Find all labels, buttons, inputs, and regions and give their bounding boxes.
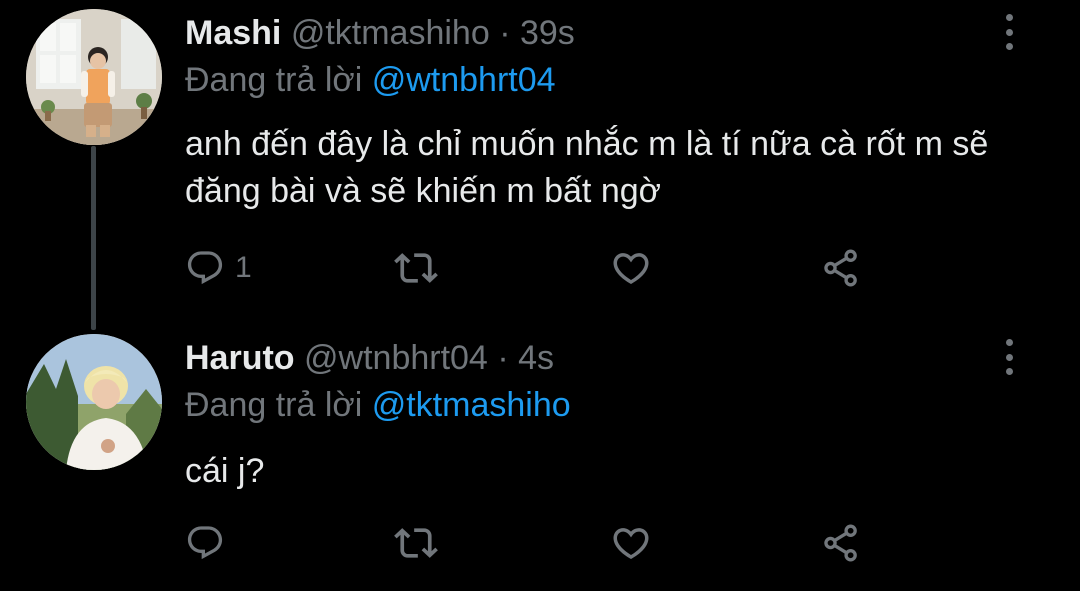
more-options-button[interactable] <box>997 14 1021 50</box>
more-options-dot <box>1005 368 1013 375</box>
mention-link[interactable]: @wtnbhrt04 <box>372 61 556 99</box>
like-button[interactable] <box>610 521 652 565</box>
more-options-button[interactable] <box>997 339 1021 375</box>
share-button[interactable] <box>820 246 862 290</box>
avatar[interactable] <box>26 9 162 145</box>
heart-icon <box>613 253 649 285</box>
share-button[interactable] <box>820 521 862 565</box>
tweet-header: Haruto @wtnbhrt04 · 4s <box>185 338 554 378</box>
display-name[interactable]: Haruto <box>185 339 295 377</box>
more-options-dot <box>1005 28 1013 36</box>
retweet-icon <box>394 528 438 558</box>
like-button[interactable] <box>610 246 652 290</box>
replying-to: Đang trả lời @tktmashiho <box>185 385 571 425</box>
reply-icon <box>187 251 223 285</box>
user-handle[interactable]: @wtnbhrt04 <box>304 339 488 377</box>
timestamp[interactable]: 4s <box>518 339 554 377</box>
retweet-icon <box>394 253 438 283</box>
share-icon <box>824 249 857 287</box>
tweet[interactable]: Haruto @wtnbhrt04 · 4s Đang trả lời @tkt… <box>0 300 1080 591</box>
share-icon <box>824 524 857 562</box>
avatar-photo-icon <box>26 334 162 470</box>
reply-icon <box>187 526 223 560</box>
tweet-text: cái j? <box>185 452 265 490</box>
avatar-photo-icon <box>26 9 162 145</box>
reply-button[interactable] <box>185 521 235 565</box>
reply-count: 1 <box>235 251 252 284</box>
mention-link[interactable]: @tktmashiho <box>372 386 571 424</box>
retweet-button[interactable] <box>394 521 438 565</box>
more-options-icon <box>1005 339 1013 346</box>
replying-to-label: Đang trả lời <box>185 61 363 99</box>
separator: · <box>499 14 511 52</box>
separator: · <box>497 339 509 377</box>
action-bar: 1 <box>185 246 885 290</box>
more-options-dot <box>1005 353 1013 361</box>
tweet-text: anh đến đây là chỉ muốn nhắc m là tí nữa… <box>185 125 989 210</box>
more-options-icon <box>1005 14 1013 21</box>
heart-icon <box>613 528 649 560</box>
retweet-button[interactable] <box>394 246 438 290</box>
replying-to-label: Đang trả lời <box>185 386 363 424</box>
action-bar <box>185 521 885 565</box>
timestamp[interactable]: 39s <box>520 14 575 52</box>
display-name[interactable]: Mashi <box>185 14 281 52</box>
user-handle[interactable]: @tktmashiho <box>291 14 490 52</box>
more-options-dot <box>1005 43 1013 50</box>
reply-button[interactable]: 1 <box>185 246 252 290</box>
avatar[interactable] <box>26 334 162 470</box>
replying-to: Đang trả lời @wtnbhrt04 <box>185 60 556 100</box>
tweet-header: Mashi @tktmashiho · 39s <box>185 13 575 53</box>
tweet[interactable]: Mashi @tktmashiho · 39s Đang trả lời @wt… <box>0 0 1080 330</box>
